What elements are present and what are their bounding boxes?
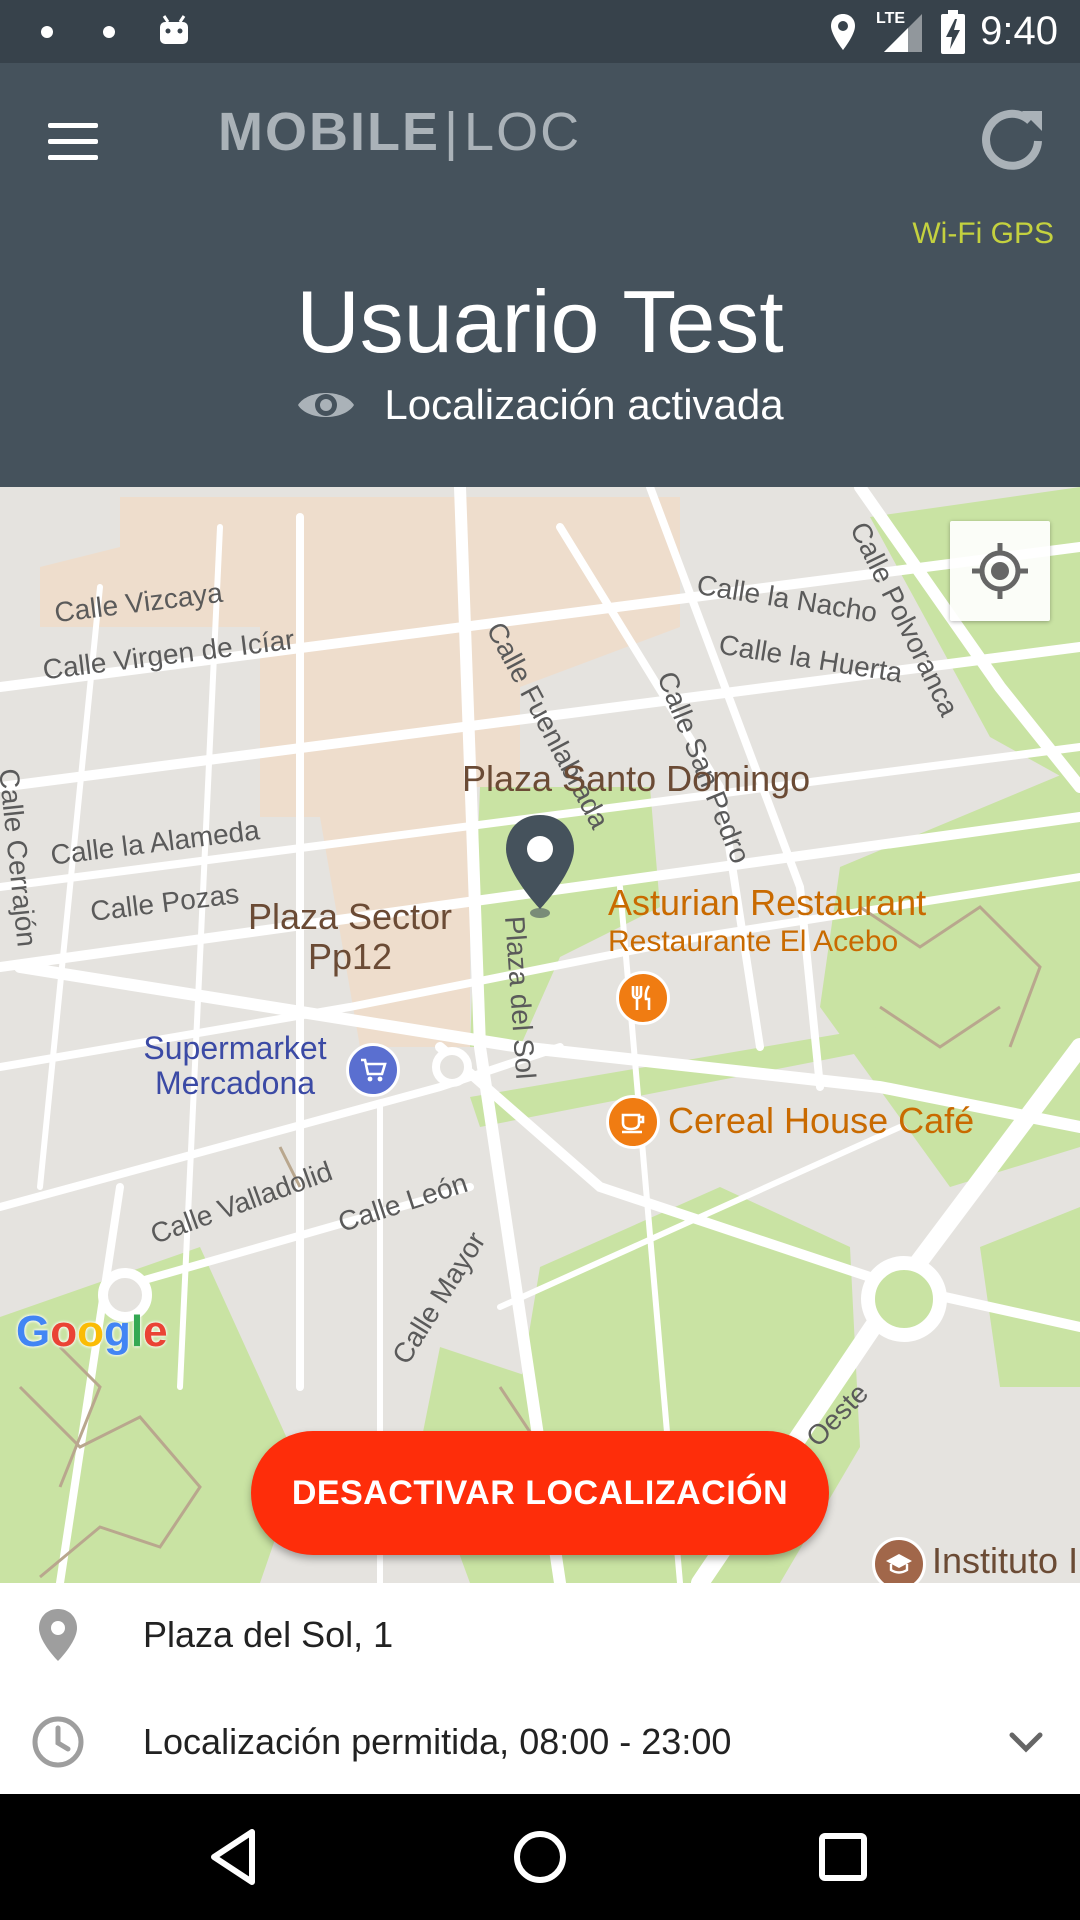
cafe-icon[interactable]	[606, 1095, 660, 1149]
shopping-cart-icon[interactable]	[346, 1043, 400, 1097]
menu-button[interactable]	[40, 109, 104, 173]
eye-icon	[298, 393, 355, 417]
deactivate-location-button[interactable]: DESACTIVAR LOCALIZACIÓN	[251, 1431, 829, 1555]
address-row: Plaza del Sol, 1	[0, 1583, 1080, 1687]
logo-light: LOC	[464, 102, 582, 162]
place-label-plaza-santo-domingo: Plaza Santo Domingo	[462, 758, 811, 799]
signal-icon	[884, 14, 922, 52]
google-logo: Google	[16, 1307, 168, 1356]
logo-bold: MOBILE	[218, 102, 440, 162]
notification-dot-icon	[41, 26, 53, 38]
address-text: Plaza del Sol, 1	[143, 1614, 394, 1655]
app-logo: MOBILE|LOC	[218, 101, 581, 163]
place-label-plaza-sector: Plaza Sector Pp12	[247, 896, 453, 977]
home-icon	[514, 1831, 566, 1883]
place-label-restaurante-acebo: Restaurante El Acebo	[608, 925, 899, 958]
menu-icon-bar	[48, 155, 98, 160]
back-icon	[211, 1829, 255, 1885]
app-header: MOBILE|LOC Wi-Fi GPS Usuario Test Locali…	[0, 63, 1080, 487]
place-label-supermarket: Supermarket Mercadona	[143, 1030, 327, 1102]
refresh-button[interactable]	[976, 103, 1048, 175]
android-icon	[160, 15, 188, 44]
location-pin-icon	[39, 1609, 77, 1661]
location-icon	[831, 14, 855, 50]
schedule-row[interactable]: Localización permitida, 08:00 - 23:00	[0, 1690, 1080, 1794]
recents-button[interactable]	[808, 1822, 878, 1892]
notification-dot-icon	[103, 26, 115, 38]
chevron-down-icon[interactable]	[1002, 1718, 1050, 1766]
place-label-instituto: Instituto I	[932, 1540, 1079, 1581]
place-label-cereal-house: Cereal House Café	[668, 1100, 975, 1141]
school-icon[interactable]	[872, 1537, 926, 1583]
refresh-icon	[982, 109, 1042, 170]
menu-icon	[48, 123, 98, 128]
connection-mode: Wi-Fi GPS	[912, 217, 1054, 250]
place-label-asturian-restaurant: Asturian Restaurant	[608, 882, 927, 923]
map-view[interactable]: Calle Vizcaya Calle Virgen de Icíar Call…	[0, 487, 1080, 1583]
back-button[interactable]	[200, 1822, 270, 1892]
clock-icon	[32, 1716, 84, 1768]
restaurant-icon[interactable]	[616, 971, 670, 1025]
location-status: Localización activada	[0, 381, 1080, 429]
menu-icon-bar	[48, 139, 98, 144]
recents-icon	[819, 1833, 867, 1881]
map-marker-icon[interactable]	[502, 813, 578, 923]
location-status-text: Localización activada	[384, 381, 784, 428]
status-time: 9:40	[980, 9, 1058, 53]
user-name: Usuario Test	[296, 272, 784, 371]
status-bar: LTE 9:40	[0, 0, 1080, 63]
home-button[interactable]	[505, 1822, 575, 1892]
battery-charging-icon	[941, 10, 965, 54]
crosshair-icon	[972, 543, 1028, 599]
my-location-button[interactable]	[950, 521, 1050, 621]
navigation-bar	[0, 1794, 1080, 1920]
logo-divider: |	[444, 102, 461, 162]
schedule-text: Localización permitida, 08:00 - 23:00	[143, 1721, 732, 1762]
